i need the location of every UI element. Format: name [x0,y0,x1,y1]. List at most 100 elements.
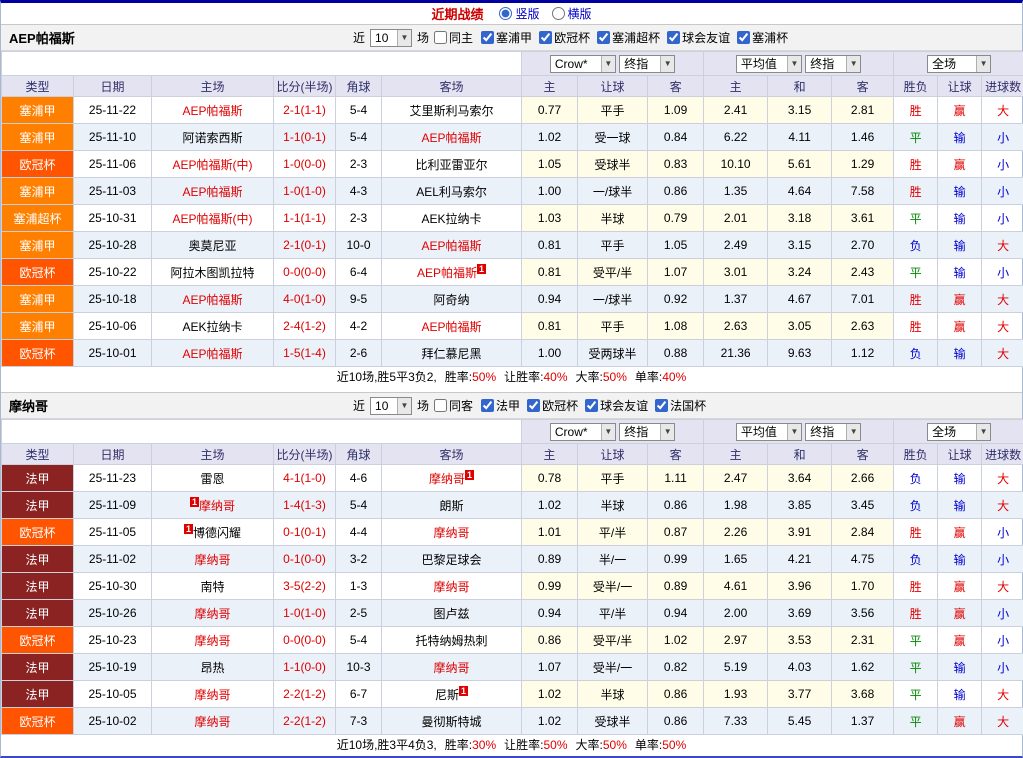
team-link[interactable]: 摩纳哥 [194,553,230,567]
league-cell[interactable]: 塞浦甲 [2,178,74,205]
team-link[interactable]: 巴黎足球会 [422,553,482,567]
odds-source-select[interactable]: Crow*▼ [550,423,616,441]
layout-radio-selected[interactable]: 竖版 [499,5,539,22]
team-link[interactable]: 摩纳哥 [434,661,470,675]
league-cell[interactable]: 欧冠杯 [2,340,74,367]
team-link[interactable]: 阿诺索西斯 [182,131,242,145]
score-cell[interactable]: 4-1(1-0) [274,465,336,492]
team-link[interactable]: AEP帕福斯 [422,239,482,253]
league-filter-checkbox[interactable]: 法甲 [481,397,520,414]
team-link[interactable]: 摩纳哥 [194,688,230,702]
league-cell[interactable]: 法甲 [2,600,74,627]
league-cell[interactable]: 法甲 [2,681,74,708]
team-link[interactable]: AEP帕福斯 [422,320,482,334]
team-link[interactable]: 艾里斯利马索尔 [410,104,494,118]
team-link[interactable]: 摩纳哥 [194,715,230,729]
checkbox[interactable] [737,31,750,44]
checkbox[interactable] [539,31,552,44]
team-link[interactable]: 阿拉木图凯拉特 [170,266,254,280]
odds-source-select[interactable]: Crow*▼ [550,55,616,73]
score-cell[interactable]: 4-0(1-0) [274,286,336,313]
checkbox[interactable] [527,399,540,412]
score-cell[interactable]: 0-0(0-0) [274,259,336,286]
team-link[interactable]: 摩纳哥 [199,499,235,513]
team-link[interactable]: 尼斯 [435,688,459,702]
checkbox[interactable] [597,31,610,44]
score-cell[interactable]: 2-1(1-1) [274,97,336,124]
league-filter-checkbox[interactable]: 塞浦甲 [481,29,532,46]
checkbox[interactable] [481,399,494,412]
same-venue-checkbox[interactable]: 同主 [434,29,473,46]
checkbox[interactable] [585,399,598,412]
score-cell[interactable]: 2-4(1-2) [274,313,336,340]
league-cell[interactable]: 法甲 [2,654,74,681]
league-cell[interactable]: 欧冠杯 [2,627,74,654]
league-cell[interactable]: 欧冠杯 [2,519,74,546]
team-link[interactable]: AEP帕福斯 [182,293,242,307]
score-cell[interactable]: 1-5(1-4) [274,340,336,367]
team-link[interactable]: 比利亚雷亚尔 [416,158,488,172]
score-cell[interactable]: 0-0(0-0) [274,627,336,654]
team-link[interactable]: AEP帕福斯(中) [172,158,252,172]
avg-source-select[interactable]: 平均值▼ [736,55,802,73]
score-cell[interactable]: 2-1(0-1) [274,232,336,259]
avg-final-select[interactable]: 终指▼ [805,423,861,441]
league-filter-checkbox[interactable]: 球会友谊 [667,29,730,46]
league-cell[interactable]: 塞浦超杯 [2,205,74,232]
league-cell[interactable]: 塞浦甲 [2,232,74,259]
league-cell[interactable]: 塞浦甲 [2,313,74,340]
team-link[interactable]: 摩纳哥 [429,472,465,486]
team-link[interactable]: 朗斯 [440,499,464,513]
team-link[interactable]: AEK拉纳卡 [182,320,242,334]
score-cell[interactable]: 1-1(0-0) [274,654,336,681]
team-link[interactable]: 摩纳哥 [194,634,230,648]
team-link[interactable]: 奥莫尼亚 [188,239,236,253]
team-link[interactable]: AEK拉纳卡 [422,212,482,226]
team-link[interactable]: AEP帕福斯 [422,131,482,145]
radio-button[interactable] [499,7,512,20]
league-cell[interactable]: 塞浦甲 [2,97,74,124]
team-link[interactable]: AEP帕福斯 [182,185,242,199]
team-link[interactable]: 摩纳哥 [434,526,470,540]
score-cell[interactable]: 2-2(1-2) [274,681,336,708]
odds-final-select[interactable]: 终指▼ [619,55,675,73]
checkbox[interactable] [481,31,494,44]
radio-button[interactable] [552,7,565,20]
same-venue-checkbox[interactable]: 同客 [434,397,473,414]
avg-final-select[interactable]: 终指▼ [805,55,861,73]
match-count-select[interactable]: 10▼ [370,29,412,47]
league-cell[interactable]: 塞浦甲 [2,286,74,313]
league-cell[interactable]: 欧冠杯 [2,151,74,178]
team-link[interactable]: AEP帕福斯 [182,104,242,118]
odds-final-select[interactable]: 终指▼ [619,423,675,441]
team-link[interactable]: AEP帕福斯 [182,347,242,361]
league-filter-checkbox[interactable]: 塞浦超杯 [597,29,660,46]
score-cell[interactable]: 0-1(0-0) [274,546,336,573]
score-cell[interactable]: 1-0(1-0) [274,178,336,205]
league-filter-checkbox[interactable]: 欧冠杯 [527,397,578,414]
league-cell[interactable]: 欧冠杯 [2,259,74,286]
scope-select[interactable]: 全场▼ [927,423,991,441]
league-filter-checkbox[interactable]: 塞浦杯 [737,29,788,46]
league-cell[interactable]: 法甲 [2,573,74,600]
team-link[interactable]: 拜仁慕尼黑 [422,347,482,361]
team-link[interactable]: 南特 [200,580,224,594]
avg-source-select[interactable]: 平均值▼ [736,423,802,441]
team-link[interactable]: AEP帕福斯 [417,266,477,280]
team-link[interactable]: 托特纳姆热刺 [416,634,488,648]
match-count-select[interactable]: 10▼ [370,397,412,415]
score-cell[interactable]: 1-4(1-3) [274,492,336,519]
checkbox[interactable] [655,399,668,412]
score-cell[interactable]: 2-2(1-2) [274,708,336,735]
team-link[interactable]: AEP帕福斯(中) [172,212,252,226]
team-link[interactable]: 摩纳哥 [194,607,230,621]
score-cell[interactable]: 0-1(0-1) [274,519,336,546]
league-cell[interactable]: 法甲 [2,492,74,519]
league-cell[interactable]: 欧冠杯 [2,708,74,735]
score-cell[interactable]: 1-0(1-0) [274,600,336,627]
team-link[interactable]: AEL利马索尔 [416,185,487,199]
league-filter-checkbox[interactable]: 球会友谊 [585,397,648,414]
checkbox[interactable] [667,31,680,44]
league-cell[interactable]: 法甲 [2,546,74,573]
team-link[interactable]: 摩纳哥 [434,580,470,594]
